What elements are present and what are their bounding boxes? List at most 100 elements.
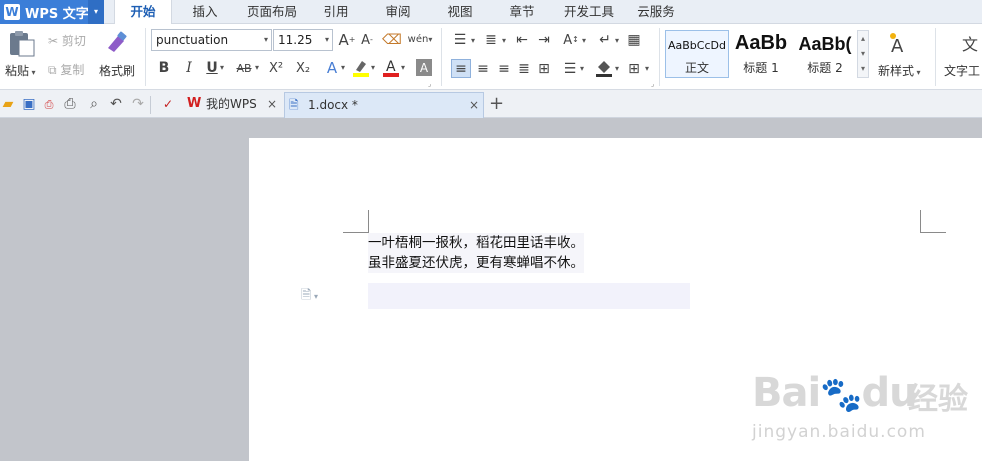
line-spacing-a-icon[interactable]: A ↕ bbox=[561, 31, 581, 49]
watermark-bai: Bai bbox=[752, 370, 821, 416]
close-icon[interactable]: × bbox=[267, 92, 277, 116]
numbering-dropdown-icon[interactable]: ▾ bbox=[502, 36, 506, 45]
format-painter-icon[interactable] bbox=[104, 30, 130, 56]
doc-tab-my-wps[interactable]: W 我的WPS × bbox=[183, 92, 283, 118]
cut-button[interactable]: ✂ 剪切 bbox=[48, 32, 86, 49]
style-heading-2-preview: AaBb( bbox=[798, 34, 852, 54]
distributed-align-icon[interactable]: ⊞ bbox=[535, 59, 553, 78]
strikethrough-button[interactable]: AB bbox=[233, 59, 255, 77]
open-folder-icon[interactable]: ▰ bbox=[0, 95, 16, 113]
redo-icon[interactable]: ↷ bbox=[130, 95, 146, 113]
italic-button[interactable]: I bbox=[181, 59, 197, 77]
text-tools-button[interactable]: 文字工 bbox=[944, 62, 982, 79]
tab-page-layout[interactable]: 页面布局 bbox=[240, 0, 304, 24]
font-dialog-launcher-icon[interactable]: ⌟ bbox=[428, 80, 431, 88]
table-icon[interactable]: ▦ bbox=[625, 31, 643, 49]
empty-paragraph[interactable] bbox=[368, 283, 690, 309]
new-style-icon[interactable]: A bbox=[885, 30, 915, 58]
app-dropdown-icon[interactable]: ▾ bbox=[88, 0, 104, 24]
bullet-list-icon[interactable]: ☰ bbox=[450, 31, 470, 49]
watermark-url: jingyan.baidu.com bbox=[752, 422, 926, 442]
style-heading-2[interactable]: AaBb( 标题 2 bbox=[795, 30, 855, 78]
poem-line-1[interactable]: 一叶梧桐一报秋，稻花田里话丰收。 bbox=[368, 233, 584, 253]
style-normal[interactable]: AaBbCcDd 正文 bbox=[665, 30, 729, 78]
new-tab-icon[interactable]: + bbox=[489, 93, 504, 115]
export-pdf-icon[interactable]: ⎙ bbox=[41, 95, 57, 113]
border-icon[interactable]: ⊞ bbox=[625, 59, 643, 78]
clear-format-icon[interactable]: ⌫ bbox=[382, 31, 402, 49]
line-spacing-dropdown-icon[interactable]: ▾ bbox=[580, 64, 584, 73]
more-commands-icon[interactable]: ✓ bbox=[160, 95, 176, 113]
shading-bucket-icon[interactable] bbox=[594, 58, 614, 78]
ribbon-divider bbox=[659, 28, 660, 86]
align-left-icon[interactable]: ≡ bbox=[451, 59, 471, 78]
bullet-dropdown-icon[interactable]: ▾ bbox=[471, 36, 475, 45]
print-preview-icon[interactable]: ⌕ bbox=[86, 95, 102, 113]
tab-start[interactable]: 开始 bbox=[114, 0, 172, 24]
paragraph-dialog-launcher-icon[interactable]: ⌟ bbox=[651, 80, 654, 88]
format-painter-button[interactable]: 格式刷 bbox=[99, 62, 135, 79]
paragraph-mark-icon[interactable]: ↵ bbox=[596, 31, 614, 49]
char-shading-icon[interactable]: A bbox=[416, 59, 432, 76]
tab-view[interactable]: 视图 bbox=[438, 0, 482, 24]
increase-font-icon[interactable]: A + bbox=[338, 31, 356, 49]
tab-cloud[interactable]: 云服务 bbox=[630, 0, 682, 24]
paste-dropdown-icon[interactable]: ▾ bbox=[29, 68, 36, 77]
paste-icon[interactable] bbox=[6, 30, 38, 58]
tab-section[interactable]: 章节 bbox=[500, 0, 544, 24]
phonetic-guide-icon[interactable]: wén ▾ bbox=[407, 29, 433, 51]
tab-review[interactable]: 审阅 bbox=[376, 0, 420, 24]
copy-button[interactable]: ⧉ 复制 bbox=[48, 61, 84, 78]
increase-indent-icon[interactable]: ⇥ bbox=[535, 31, 553, 49]
numbered-list-icon[interactable]: ≣ bbox=[481, 31, 501, 49]
ribbon-divider bbox=[145, 28, 146, 86]
tab-references[interactable]: 引用 bbox=[314, 0, 358, 24]
bold-button[interactable]: B bbox=[156, 59, 172, 77]
undo-icon[interactable]: ↶ bbox=[108, 95, 124, 113]
justify-icon[interactable]: ≣ bbox=[515, 59, 533, 78]
tab-insert[interactable]: 插入 bbox=[180, 0, 230, 24]
underline-button[interactable]: U bbox=[204, 59, 220, 77]
text-tools-icon[interactable]: 文 bbox=[958, 30, 982, 58]
watermark-cn: 经验 bbox=[908, 382, 968, 417]
line-spacing-a-dropdown-icon[interactable]: ▾ bbox=[582, 36, 586, 45]
gallery-expand-icon[interactable]: ▾ bbox=[858, 61, 868, 76]
paragraph-layout-icon[interactable]: 🗎 ▾ bbox=[301, 286, 331, 303]
print-icon[interactable]: ⎙ bbox=[62, 95, 78, 113]
font-name-select[interactable]: punctuation ▾ bbox=[151, 29, 272, 51]
align-right-icon[interactable]: ≡ bbox=[495, 59, 513, 78]
line-spacing-icon[interactable]: ☰ bbox=[561, 59, 579, 78]
scroll-down-icon[interactable]: ▾ bbox=[858, 46, 868, 61]
tab-developer[interactable]: 开发工具 bbox=[560, 0, 618, 24]
styles-scroll[interactable]: ▴ ▾ ▾ bbox=[857, 30, 869, 78]
border-dropdown-icon[interactable]: ▾ bbox=[645, 64, 649, 73]
style-heading-1[interactable]: AaBb 标题 1 bbox=[731, 30, 791, 78]
new-style-dropdown-icon[interactable]: ▾ bbox=[914, 68, 921, 77]
highlight-icon[interactable] bbox=[352, 58, 370, 78]
poem-line-2[interactable]: 虽非盛夏还伏虎，更有寒蝉唱不休。 bbox=[368, 253, 584, 273]
chevron-down-icon: ▾ bbox=[311, 292, 319, 301]
subscript-button[interactable]: X₂ bbox=[293, 59, 313, 77]
shading-dropdown-icon[interactable]: ▾ bbox=[615, 64, 619, 73]
doc-tab-1docx[interactable]: 🗎 1.docx * × bbox=[284, 92, 484, 118]
strike-dropdown-icon[interactable]: ▾ bbox=[255, 63, 259, 72]
decrease-indent-icon[interactable]: ⇤ bbox=[513, 31, 531, 49]
superscript-button[interactable]: X² bbox=[266, 59, 286, 77]
font-color-icon[interactable]: A bbox=[382, 58, 400, 78]
font-size-select[interactable]: 11.25 ▾ bbox=[273, 29, 333, 51]
decrease-font-icon[interactable]: A- bbox=[358, 31, 376, 49]
align-center-icon[interactable]: ≡ bbox=[474, 59, 492, 78]
new-style-button[interactable]: 新样式 ▾ bbox=[878, 62, 921, 79]
paragraph-mark-dropdown-icon[interactable]: ▾ bbox=[615, 36, 619, 45]
font-color-dropdown-icon[interactable]: ▾ bbox=[401, 63, 405, 72]
text-effect-icon[interactable]: A bbox=[323, 58, 341, 78]
underline-dropdown-icon[interactable]: ▾ bbox=[220, 63, 224, 72]
paste-button[interactable]: 粘贴 ▾ bbox=[5, 62, 36, 79]
close-icon[interactable]: × bbox=[469, 93, 479, 117]
doc-tab-label: 我的WPS bbox=[206, 97, 257, 111]
text-effect-dropdown-icon[interactable]: ▾ bbox=[341, 63, 345, 72]
highlight-dropdown-icon[interactable]: ▾ bbox=[371, 63, 375, 72]
doc-tab-label: 1.docx * bbox=[308, 98, 358, 112]
save-icon[interactable]: ▣ bbox=[21, 95, 37, 113]
scroll-up-icon[interactable]: ▴ bbox=[858, 31, 868, 46]
